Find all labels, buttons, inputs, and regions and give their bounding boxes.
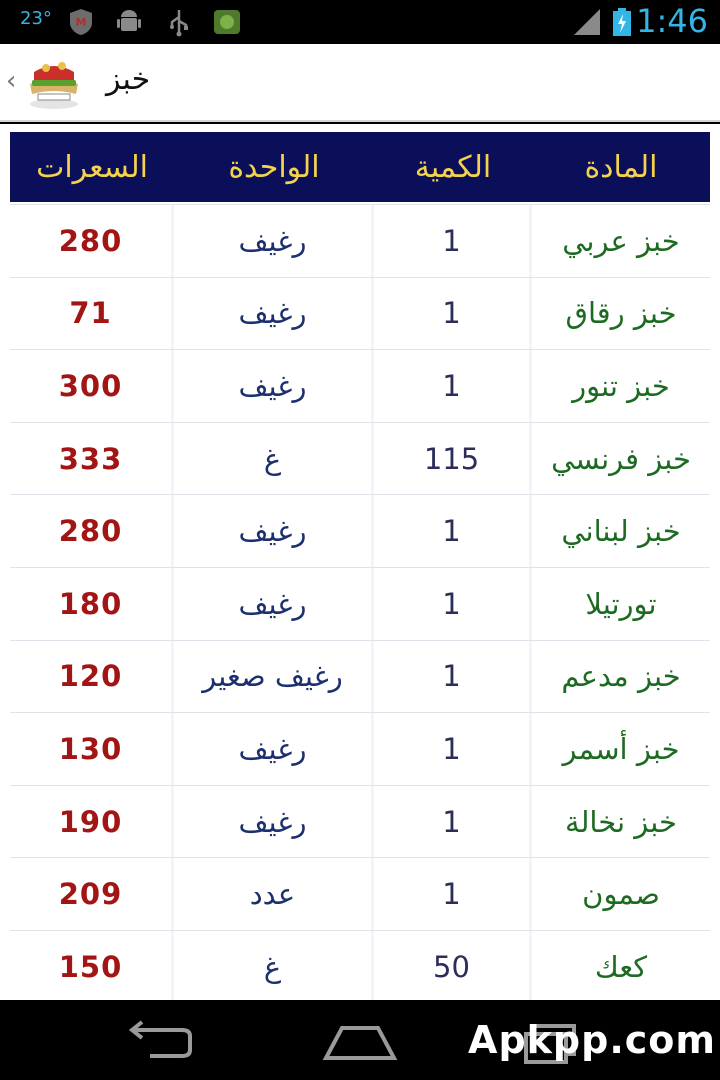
cell-calories: 71 bbox=[10, 277, 174, 350]
cell-calories: 333 bbox=[10, 422, 174, 495]
cell-quantity: 1 bbox=[374, 495, 532, 567]
cell-quantity: 115 bbox=[374, 422, 532, 495]
chevron-left-icon[interactable]: ‹ bbox=[6, 66, 16, 96]
table-row[interactable]: خبز عربي 1 رغيف 280 bbox=[10, 204, 710, 277]
cell-quantity: 1 bbox=[374, 350, 532, 422]
header-item: المادة bbox=[584, 149, 658, 185]
cell-calories: 280 bbox=[10, 205, 174, 277]
battery-icon bbox=[613, 8, 631, 36]
content-area: المادة الكمية الواحدة السعرات خبز عربي 1… bbox=[0, 124, 720, 1000]
cell-quantity: 1 bbox=[374, 713, 532, 785]
cell-quantity: 1 bbox=[374, 785, 532, 858]
temperature-text: 23° bbox=[20, 8, 52, 29]
table-row[interactable]: خبز لبناني 1 رغيف 280 bbox=[10, 494, 710, 567]
back-icon[interactable] bbox=[120, 1020, 200, 1064]
table-row[interactable]: كعك 50 غ 150 bbox=[10, 929, 710, 1000]
cell-quantity: 1 bbox=[374, 640, 532, 713]
table-row[interactable]: خبز مدعم 1 رغيف صغير 120 bbox=[10, 639, 710, 713]
cell-unit: رغيف bbox=[174, 205, 374, 277]
cell-calories: 300 bbox=[10, 350, 174, 422]
cell-calories: 180 bbox=[10, 567, 174, 640]
cell-quantity: 1 bbox=[374, 858, 532, 930]
cell-item: صمون bbox=[582, 877, 660, 912]
cell-quantity: 50 bbox=[374, 930, 532, 1000]
cell-unit: عدد bbox=[174, 858, 374, 930]
cell-unit: غ bbox=[174, 422, 374, 495]
cell-item: خبز مدعم bbox=[561, 659, 681, 694]
usb-icon bbox=[170, 10, 188, 37]
cell-calories: 190 bbox=[10, 785, 174, 858]
cell-item: خبز أسمر bbox=[562, 731, 680, 766]
cell-unit: رغيف bbox=[174, 350, 374, 422]
cell-unit: رغيف bbox=[174, 713, 374, 785]
cell-unit: رغيف bbox=[174, 277, 374, 350]
header-unit: الواحدة bbox=[228, 149, 320, 185]
cell-unit: رغيف صغير bbox=[174, 640, 374, 713]
cell-quantity: 1 bbox=[374, 205, 532, 277]
table-row[interactable]: صمون 1 عدد 209 bbox=[10, 857, 710, 930]
clock-text: 1:46 bbox=[636, 2, 708, 40]
cell-calories: 280 bbox=[10, 495, 174, 567]
cell-item: خبز تنور bbox=[572, 368, 670, 403]
table-header: المادة الكمية الواحدة السعرات bbox=[10, 132, 710, 204]
table-row[interactable]: خبز أسمر 1 رغيف 130 bbox=[10, 712, 710, 785]
cell-calories: 150 bbox=[10, 930, 174, 1000]
watermark-text: Apkpp.com bbox=[468, 1018, 716, 1062]
action-bar: ‹ خبز bbox=[0, 44, 720, 122]
status-bar: 23° M 1:46 bbox=[0, 0, 720, 44]
android-debug-icon bbox=[117, 10, 141, 31]
cell-unit: رغيف bbox=[174, 785, 374, 858]
sandwich-logo-icon[interactable] bbox=[24, 54, 84, 112]
table-row[interactable]: خبز فرنسي 115 غ 333 bbox=[10, 421, 710, 495]
header-quantity: الكمية bbox=[414, 149, 492, 185]
cell-unit: رغيف bbox=[174, 495, 374, 567]
cell-calories: 120 bbox=[10, 640, 174, 713]
table-row[interactable]: تورتيلا 1 رغيف 180 bbox=[10, 566, 710, 640]
cell-item: خبز رقاق bbox=[565, 296, 677, 331]
app-notification-icon bbox=[214, 10, 240, 34]
header-calories: السعرات bbox=[36, 149, 148, 185]
cell-item: تورتيلا bbox=[585, 586, 657, 621]
cell-unit: غ bbox=[174, 930, 374, 1000]
table-row[interactable]: خبز رقاق 1 رغيف 71 bbox=[10, 276, 710, 350]
cell-item: خبز فرنسي bbox=[551, 441, 691, 476]
table-row[interactable]: خبز تنور 1 رغيف 300 bbox=[10, 349, 710, 422]
cell-calories: 209 bbox=[10, 858, 174, 930]
signal-icon bbox=[574, 9, 600, 35]
mcafee-icon: M bbox=[70, 9, 92, 35]
svg-text:M: M bbox=[76, 16, 87, 29]
home-icon[interactable] bbox=[320, 1020, 400, 1064]
cell-item: خبز لبناني bbox=[561, 514, 681, 549]
table-row[interactable]: خبز نخالة 1 رغيف 190 bbox=[10, 784, 710, 858]
cell-quantity: 1 bbox=[374, 277, 532, 350]
cell-item: خبز عربي bbox=[562, 223, 680, 258]
page-title: خبز bbox=[106, 62, 151, 97]
cell-calories: 130 bbox=[10, 713, 174, 785]
navigation-bar: Apkpp.com bbox=[0, 1000, 720, 1080]
calories-table: المادة الكمية الواحدة السعرات خبز عربي 1… bbox=[10, 132, 710, 1000]
cell-item: خبز نخالة bbox=[565, 804, 677, 839]
cell-quantity: 1 bbox=[374, 567, 532, 640]
cell-unit: رغيف bbox=[174, 567, 374, 640]
cell-item: كعك bbox=[594, 949, 648, 984]
